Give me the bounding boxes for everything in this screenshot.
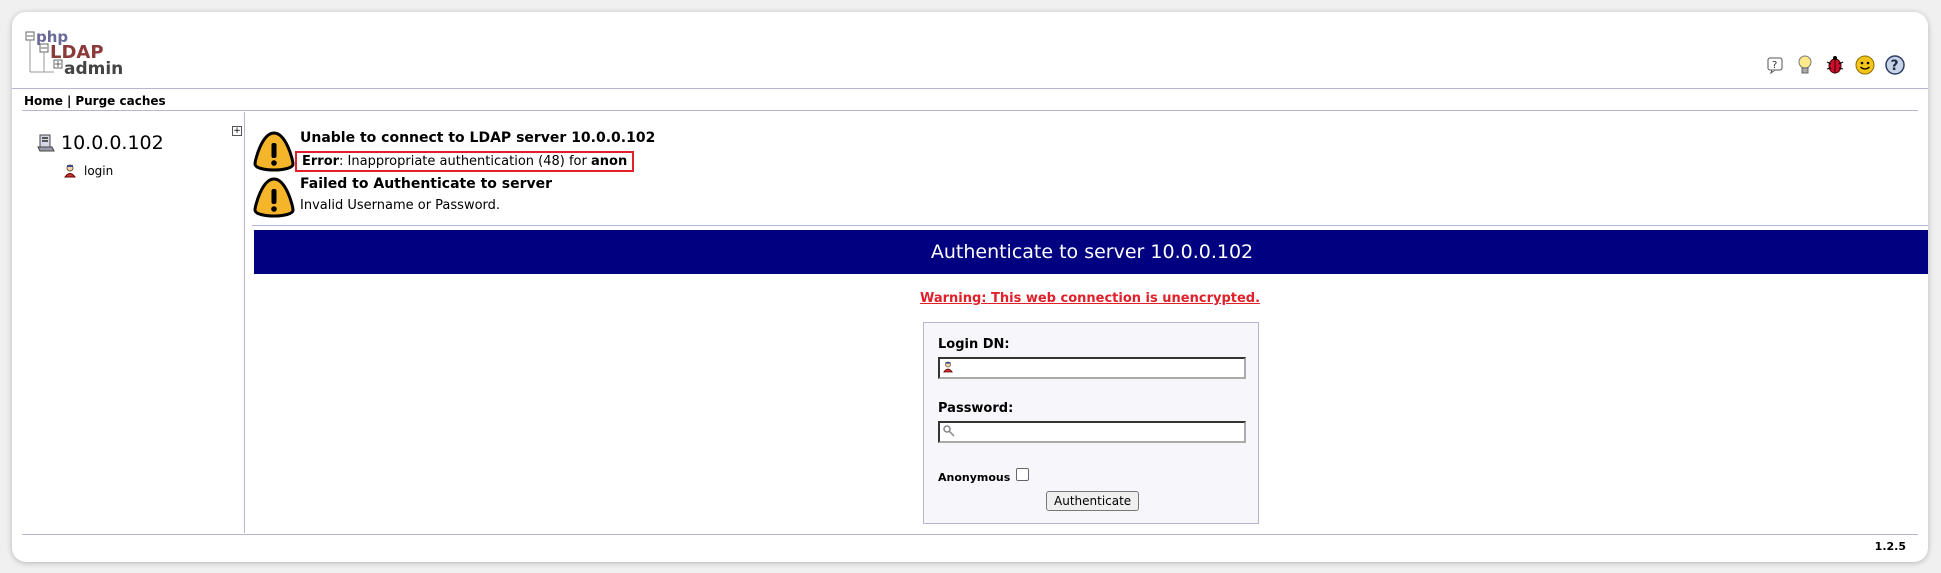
question-icon[interactable]: ? bbox=[1884, 54, 1906, 76]
auth-failed-message: Failed to Authenticate to server Invalid… bbox=[252, 176, 552, 220]
help-icon[interactable]: ? bbox=[1764, 54, 1786, 76]
login-dn-input[interactable] bbox=[958, 361, 1242, 379]
bug-icon[interactable] bbox=[1824, 54, 1846, 76]
login-dn-field[interactable] bbox=[938, 357, 1246, 379]
unencrypted-warning: Warning: This web connection is unencryp… bbox=[919, 291, 1261, 306]
login-dn-label: Login DN: bbox=[938, 337, 1010, 352]
svg-text:?: ? bbox=[1891, 58, 1899, 74]
header-icons: ? ? bbox=[1764, 54, 1906, 76]
login-form: Login DN: Password: Anonymous Authentica… bbox=[923, 322, 1259, 524]
user-icon bbox=[64, 164, 76, 178]
password-label: Password: bbox=[938, 401, 1014, 416]
menu-divider bbox=[22, 110, 1918, 111]
server-icon bbox=[37, 134, 55, 152]
auth-banner: Authenticate to server 10.0.0.102 bbox=[254, 230, 1928, 274]
tree-login-node[interactable]: login bbox=[64, 164, 113, 178]
key-icon bbox=[943, 425, 955, 437]
error-detail-box: Error: Inappropriate authentication (48)… bbox=[295, 151, 635, 172]
lightbulb-icon[interactable] bbox=[1794, 54, 1816, 76]
messages-divider bbox=[252, 225, 1928, 226]
message-title: Unable to connect to LDAP server 10.0.0.… bbox=[300, 130, 656, 146]
error-text: : Inappropriate authentication (48) for bbox=[339, 154, 591, 169]
main-content: Unable to connect to LDAP server 10.0.0.… bbox=[252, 112, 1928, 533]
user-icon bbox=[943, 361, 953, 373]
message-detail: Invalid Username or Password. bbox=[300, 198, 501, 213]
anonymous-label: Anonymous bbox=[938, 471, 1011, 484]
home-link[interactable]: Home bbox=[24, 94, 63, 108]
error-label: Error bbox=[302, 154, 340, 169]
menu-separator: | bbox=[66, 94, 72, 108]
footer-divider bbox=[22, 534, 1918, 535]
browser-page: php LDAP admin ? ? Home | Purge caches +… bbox=[12, 12, 1928, 562]
purge-caches-link[interactable]: Purge caches bbox=[75, 94, 165, 108]
connection-error-message: Unable to connect to LDAP server 10.0.0.… bbox=[252, 130, 655, 174]
donate-smiley-icon[interactable] bbox=[1854, 54, 1876, 76]
version-label: 1.2.5 bbox=[1874, 540, 1906, 553]
warning-icon bbox=[253, 131, 295, 172]
warning-icon bbox=[253, 177, 295, 218]
anonymous-row: Anonymous bbox=[938, 468, 1030, 484]
password-field[interactable] bbox=[938, 421, 1246, 443]
anonymous-checkbox[interactable] bbox=[1016, 468, 1030, 481]
server-tree: + 10.0.0.102 login bbox=[22, 112, 245, 533]
top-menu: Home | Purge caches bbox=[24, 90, 166, 112]
login-label: login bbox=[84, 164, 114, 178]
error-user: anon bbox=[590, 154, 628, 169]
expand-tree-icon[interactable]: + bbox=[232, 126, 242, 136]
page-header: php LDAP admin ? ? bbox=[12, 12, 1928, 89]
phpldapadmin-logo: php LDAP admin bbox=[24, 28, 134, 80]
password-input[interactable] bbox=[958, 425, 1242, 443]
message-title: Failed to Authenticate to server bbox=[300, 176, 553, 192]
server-name: 10.0.0.102 bbox=[61, 132, 164, 154]
authenticate-button[interactable]: Authenticate bbox=[1046, 491, 1140, 511]
svg-text:?: ? bbox=[1772, 60, 1777, 71]
tree-server-node[interactable]: 10.0.0.102 bbox=[37, 132, 164, 154]
svg-text:admin: admin bbox=[64, 59, 123, 79]
